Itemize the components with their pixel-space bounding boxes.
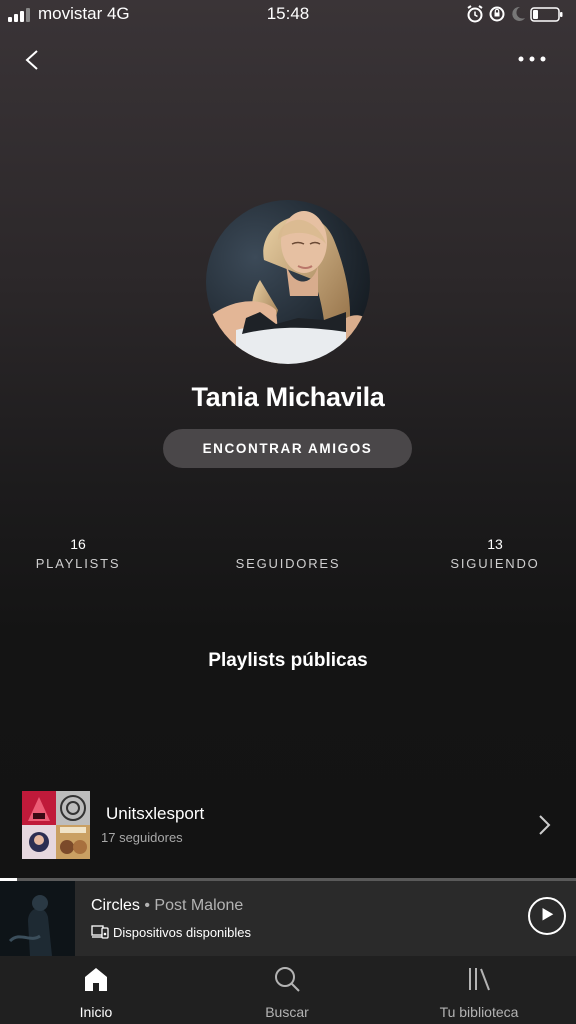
- track-separator: •: [139, 897, 155, 914]
- nav-search[interactable]: Buscar: [243, 956, 331, 1024]
- section-title: Playlists públicas: [208, 650, 368, 671]
- stat-value: 16: [70, 536, 86, 552]
- playlist-row[interactable]: Unitsxlesport 17 seguidores: [0, 788, 576, 862]
- nav-label: Tu biblioteca: [439, 1004, 519, 1020]
- playlist-cover-image: [22, 791, 90, 859]
- find-friends-button[interactable]: ENCONTRAR AMIGOS: [163, 429, 412, 468]
- bottom-navigation: Inicio Buscar Tu biblioteca: [0, 956, 576, 1024]
- status-bar: movistar 4G 15:48: [0, 0, 576, 28]
- stat-playlists[interactable]: 16 PLAYLISTS: [0, 536, 158, 571]
- devices-label: Dispositivos disponibles: [113, 925, 252, 940]
- track-title: Circles: [91, 897, 140, 914]
- profile-name: Tania Michavila: [191, 382, 385, 412]
- stat-label: PLAYLISTS: [35, 556, 121, 571]
- nav-label: Buscar: [265, 1004, 309, 1020]
- play-button[interactable]: [528, 897, 566, 935]
- stat-label: SIGUIENDO: [450, 556, 540, 571]
- playback-progress-bar: [0, 878, 576, 881]
- album-art-thumbnail: [0, 881, 75, 956]
- mini-player[interactable]: Circles • Post Malone Dispositivos dispo…: [0, 878, 576, 956]
- avatar: [206, 200, 370, 364]
- moon-icon: [512, 6, 525, 21]
- nav-label: Inicio: [79, 1004, 113, 1020]
- more-options-button[interactable]: [518, 56, 546, 62]
- nav-home[interactable]: Inicio: [52, 956, 140, 1024]
- orientation-lock-icon: [489, 6, 505, 22]
- playlist-name: Unitsxlesport: [106, 804, 205, 823]
- home-icon: [85, 968, 107, 991]
- library-icon: [469, 968, 490, 991]
- stat-label: SEGUIDORES: [235, 556, 341, 571]
- devices-icon: [91, 925, 109, 939]
- alarm-icon: [467, 5, 483, 23]
- search-icon: [275, 967, 300, 992]
- battery-icon: [530, 7, 563, 22]
- stat-following[interactable]: 13 SIGUIENDO: [415, 536, 575, 571]
- stat-value: 13: [487, 536, 503, 552]
- playlist-followers: 17 seguidores: [101, 830, 183, 845]
- devices-available[interactable]: Dispositivos disponibles: [91, 925, 251, 940]
- nav-library[interactable]: Tu biblioteca: [419, 956, 539, 1024]
- stat-value: [208, 536, 368, 554]
- now-playing-track: Circles • Post Malone: [91, 897, 243, 915]
- back-button[interactable]: [22, 48, 44, 72]
- stat-followers[interactable]: SEGUIDORES: [208, 536, 368, 571]
- chevron-right-icon: [539, 815, 551, 835]
- track-artist: Post Malone: [154, 897, 244, 914]
